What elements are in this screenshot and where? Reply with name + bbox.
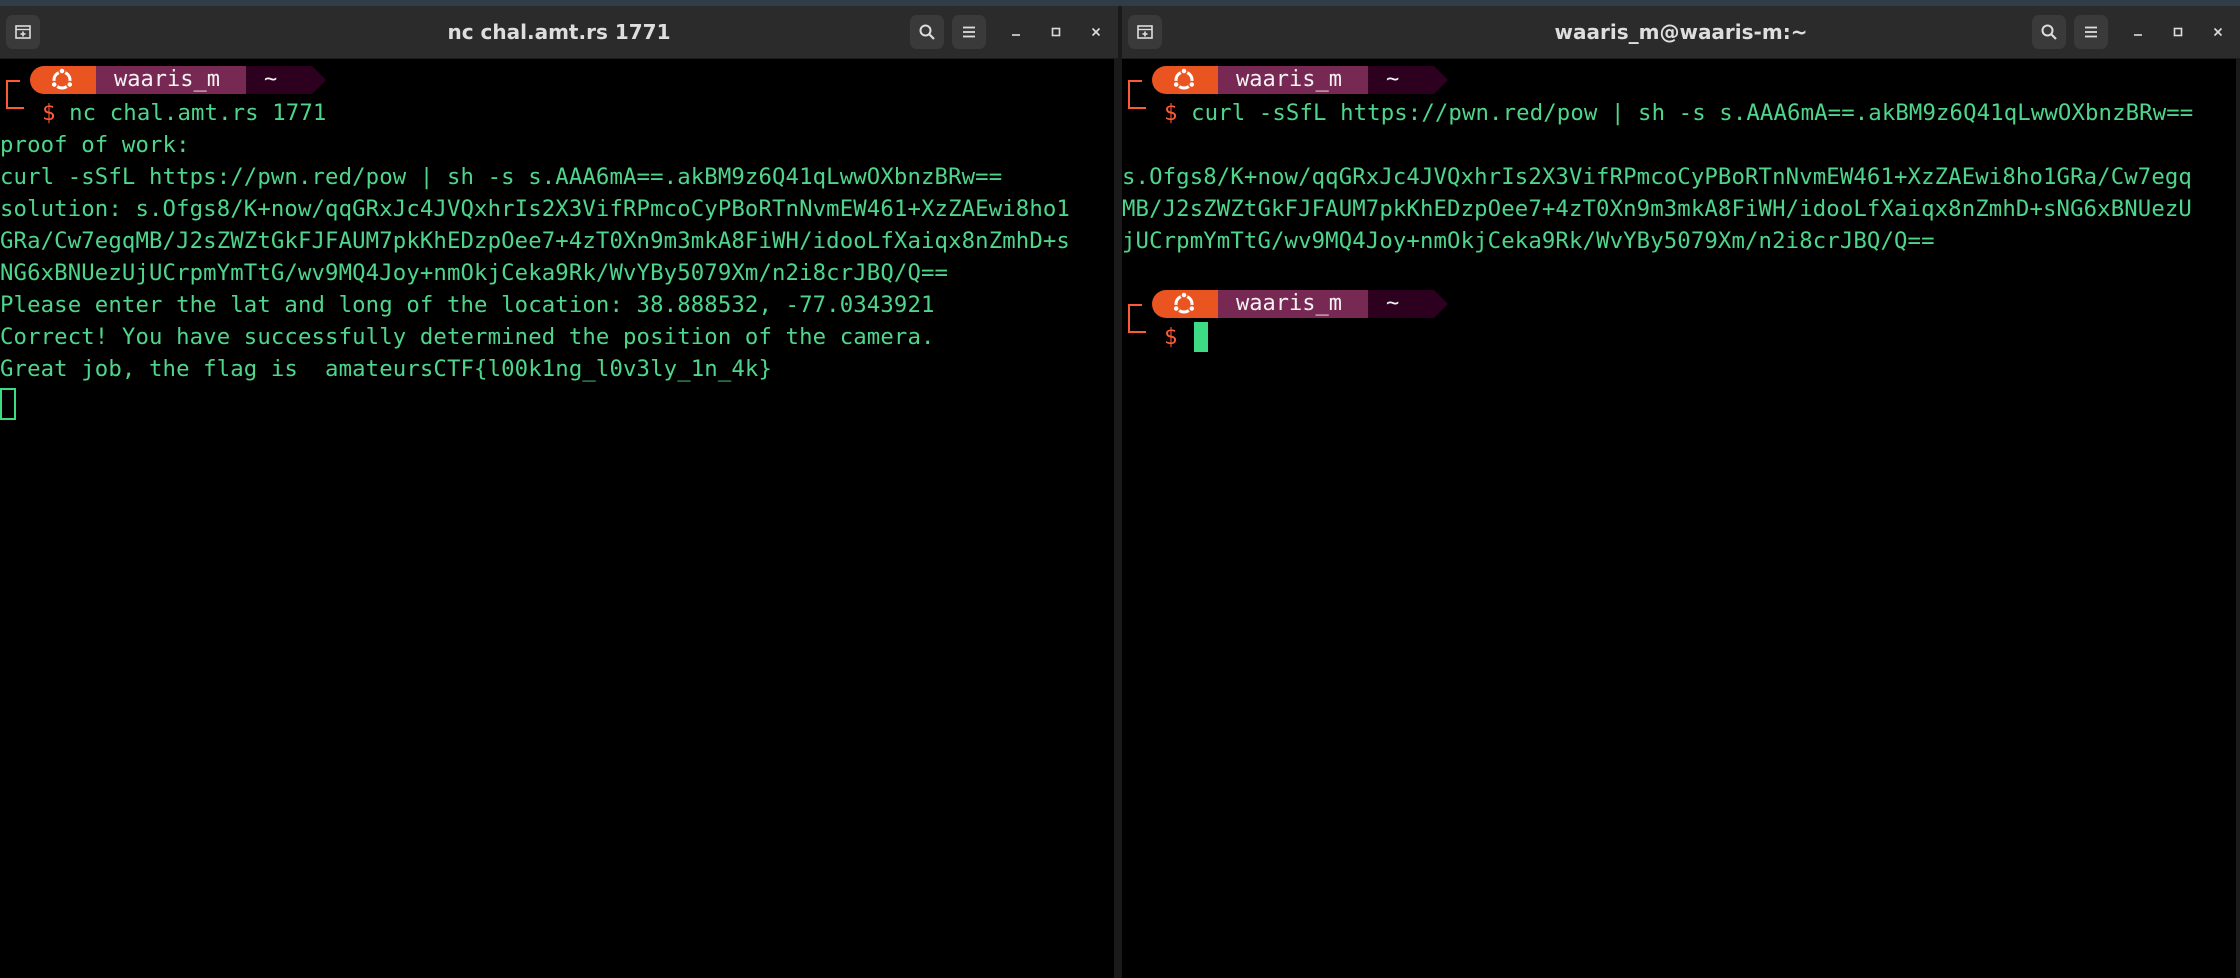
prompt-directory: ~ — [246, 66, 312, 94]
output-line: NG6xBNUezUjUCrpmYmTtG/wv9MQ4Joy+nmOkjCek… — [0, 260, 949, 286]
search-button[interactable] — [2032, 15, 2066, 49]
ubuntu-logo-icon — [1172, 67, 1196, 90]
search-icon — [919, 24, 935, 40]
text-cursor — [1194, 322, 1208, 352]
prompt-arrow — [1434, 290, 1448, 318]
close-button[interactable] — [2204, 18, 2232, 46]
output-line: Great job, the flag is amateursCTF{l00k1… — [0, 356, 772, 382]
output-line: solution: s.Ofgs8/K+now/qqGRxJc4JVQxhrIs… — [0, 196, 1070, 222]
prompt-symbol: $ — [1164, 100, 1178, 126]
prompt-branch — [1128, 81, 1146, 109]
terminal-output-right[interactable]: waaris_m ~ $ curl -sSfL https://pwn.red/… — [1122, 59, 2240, 978]
window-title: waaris_m@waaris-m:~ — [1554, 20, 1808, 44]
prompt-symbol: $ — [42, 100, 56, 126]
hamburger-menu-icon — [963, 26, 975, 38]
prompt-logo-segment — [1152, 66, 1218, 94]
prompt-arrow — [1434, 66, 1448, 94]
minimize-icon — [1012, 34, 1020, 36]
titlebar-left[interactable]: nc chal.amt.rs 1771 — [0, 6, 1118, 59]
terminal-output-left[interactable]: waaris_m ~ $ nc chal.amt.rs 1771 proof o… — [0, 59, 1118, 978]
output-line: Correct! You have successfully determine… — [0, 324, 935, 350]
titlebar-right[interactable]: waaris_m@waaris-m:~ — [1122, 6, 2240, 59]
command-line: $ — [1164, 321, 1191, 353]
prompt-logo-segment — [30, 66, 96, 94]
maximize-icon — [2173, 27, 2183, 37]
output-line: curl -sSfL https://pwn.red/pow | sh -s s… — [0, 164, 1003, 190]
menu-button[interactable] — [952, 15, 986, 49]
output-line: jUCrpmYmTtG/wv9MQ4Joy+nmOkjCeka9Rk/WvYBy… — [1122, 228, 1935, 254]
output-line: MB/J2sZWZtGkFJFAUM7pkKhEDzpOee7+4zT0Xn9m… — [1122, 196, 2192, 222]
close-button[interactable] — [1082, 18, 1110, 46]
prompt-arrow — [312, 66, 326, 94]
prompt-symbol: $ — [1164, 324, 1178, 350]
prompt-branch — [6, 81, 24, 109]
minimize-icon — [2134, 34, 2142, 36]
search-icon — [2041, 24, 2057, 40]
shell-prompt: waaris_m ~ — [1122, 290, 1452, 321]
prompt-username: waaris_m — [1218, 290, 1368, 318]
prompt-directory: ~ — [1368, 290, 1434, 318]
terminal-window-right[interactable]: waaris_m@waaris-m:~ waaris_m ~ $ curl -s… — [1122, 6, 2240, 978]
close-icon — [2213, 27, 2223, 37]
minimize-button[interactable] — [2124, 18, 2152, 46]
command-text: nc chal.amt.rs 1771 — [69, 100, 327, 126]
menu-button[interactable] — [2074, 15, 2108, 49]
minimize-button[interactable] — [1002, 18, 1030, 46]
prompt-directory: ~ — [1368, 66, 1434, 94]
text-cursor — [0, 388, 16, 420]
close-icon — [1091, 27, 1101, 37]
output-line: Please enter the lat and long of the loc… — [0, 292, 935, 318]
output-line: proof of work: — [0, 132, 190, 158]
prompt-branch — [1128, 305, 1146, 333]
output-line: s.Ofgs8/K+now/qqGRxJc4JVQxhrIs2X3VifRPmc… — [1122, 164, 2192, 190]
maximize-icon — [1051, 27, 1061, 37]
command-text: curl -sSfL https://pwn.red/pow | sh -s s… — [1191, 100, 2194, 126]
command-line: $ curl -sSfL https://pwn.red/pow | sh -s… — [1164, 97, 2193, 129]
maximize-button[interactable] — [1042, 18, 1070, 46]
maximize-button[interactable] — [2164, 18, 2192, 46]
ubuntu-logo-icon — [50, 67, 74, 90]
prompt-logo-segment — [1152, 290, 1218, 318]
shell-prompt: waaris_m ~ — [1122, 66, 1452, 97]
output-line: GRa/Cw7egqMB/J2sZWZtGkFJFAUM7pkKhEDzpOee… — [0, 228, 1070, 254]
prompt-username: waaris_m — [96, 66, 246, 94]
command-line: $ nc chal.amt.rs 1771 — [42, 97, 326, 129]
hamburger-menu-icon — [2085, 26, 2097, 38]
shell-prompt: waaris_m ~ — [0, 66, 330, 97]
ubuntu-logo-icon — [1172, 291, 1196, 314]
window-title: nc chal.amt.rs 1771 — [447, 20, 671, 44]
terminal-window-left[interactable]: nc chal.amt.rs 1771 waaris_m ~ $ nc chal… — [0, 6, 1118, 978]
scrollbar[interactable] — [2236, 59, 2240, 978]
search-button[interactable] — [910, 15, 944, 49]
prompt-username: waaris_m — [1218, 66, 1368, 94]
